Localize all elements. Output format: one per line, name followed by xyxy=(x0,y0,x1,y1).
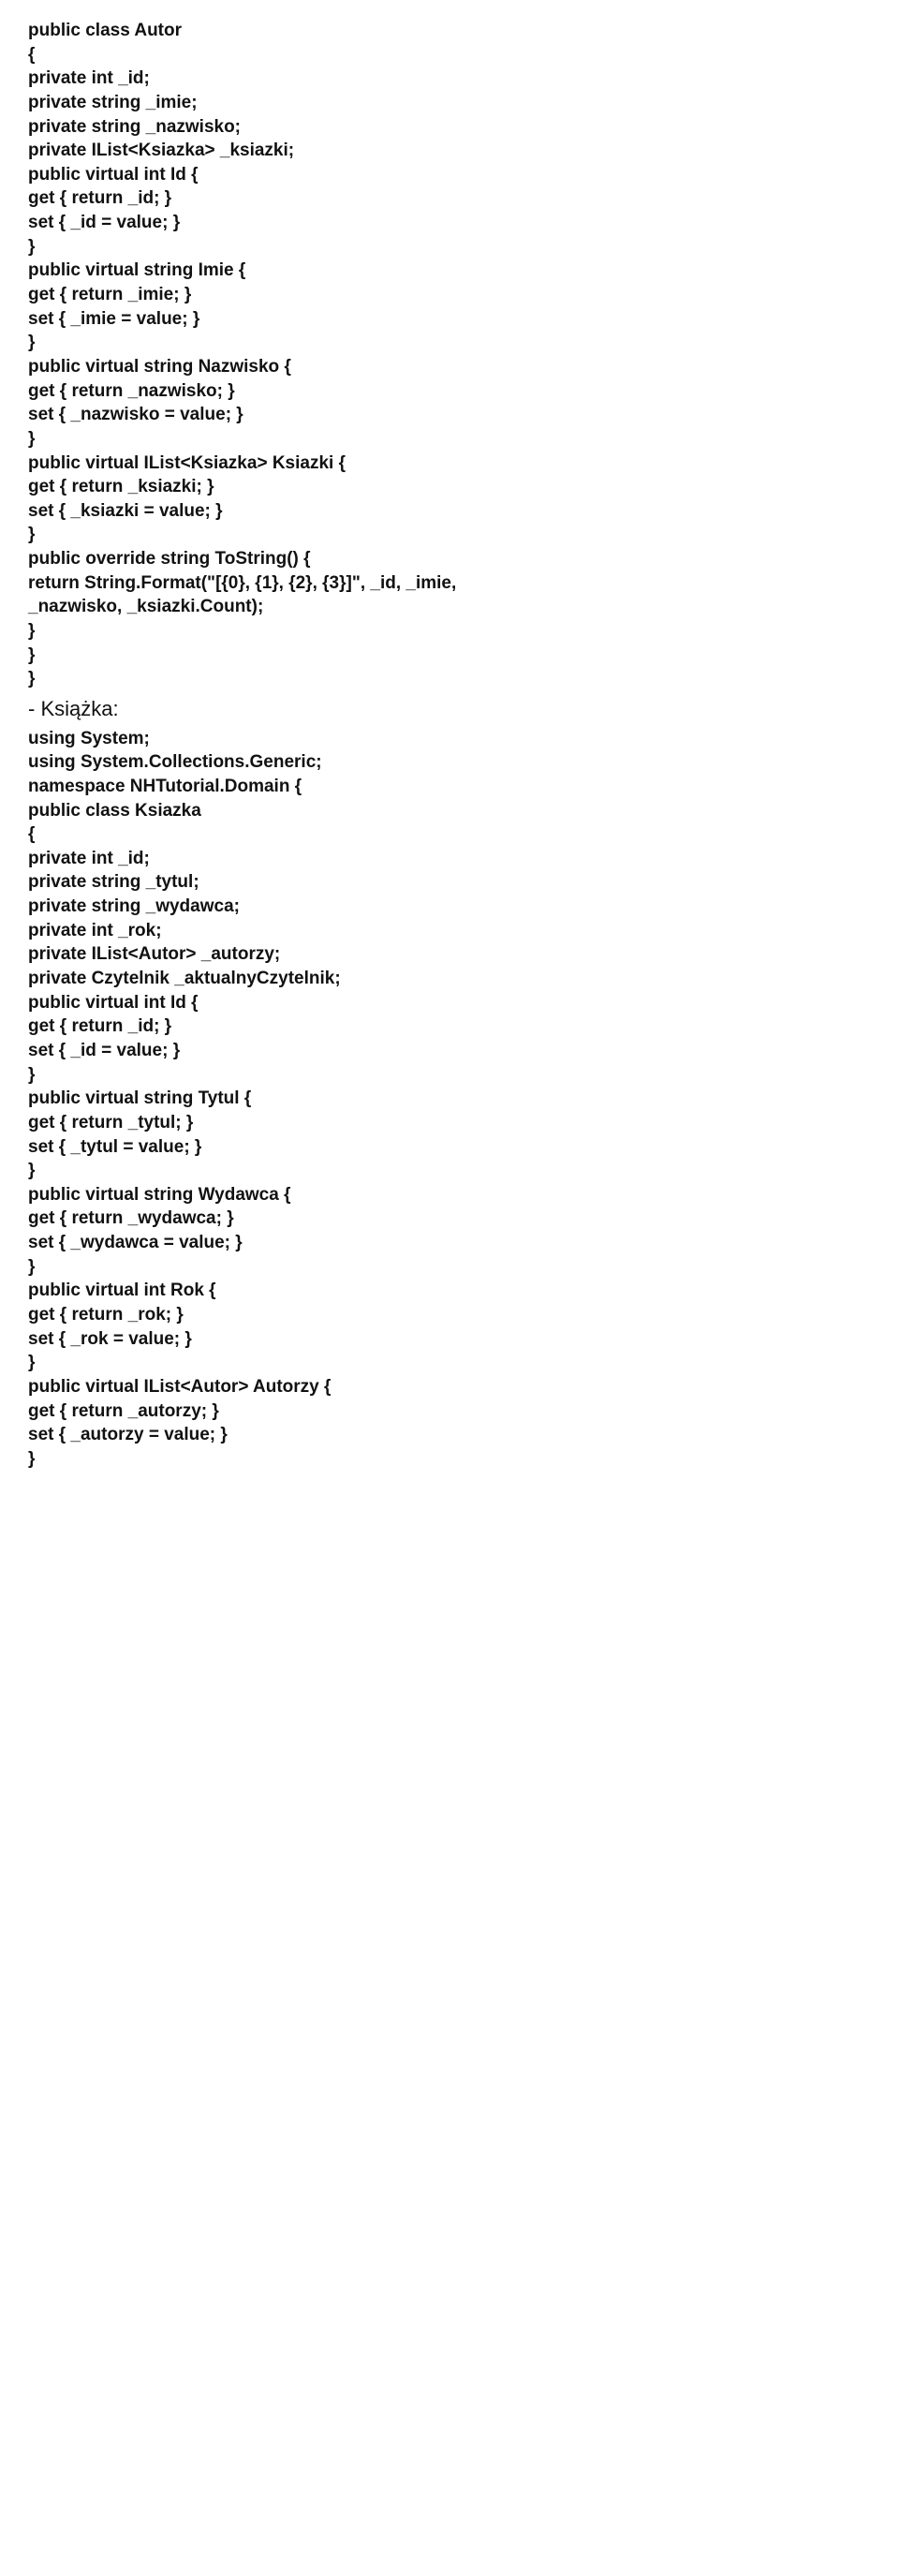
code-line: } xyxy=(28,1447,871,1472)
code-line: using System.Collections.Generic; xyxy=(28,750,871,775)
code-line: public virtual IList<Ksiazka> Ksiazki { xyxy=(28,452,871,476)
code-line: get { return _id; } xyxy=(28,1014,871,1039)
code-line: private int _id; xyxy=(28,67,871,91)
code-line: public virtual int Rok { xyxy=(28,1279,871,1303)
code-line: } xyxy=(28,1063,871,1088)
code-line: } xyxy=(28,1255,871,1280)
code-line: public virtual string Imie { xyxy=(28,259,871,283)
code-line: private string _wydawca; xyxy=(28,895,871,919)
code-line: return String.Format("[{0}, {1}, {2}, {3… xyxy=(28,571,871,596)
document-content: public class Autor{private int _id;priva… xyxy=(28,19,871,1471)
code-line: } xyxy=(28,235,871,259)
code-line: set { _id = value; } xyxy=(28,1039,871,1063)
code-line: set { _autorzy = value; } xyxy=(28,1423,871,1447)
code-line: set { _nazwisko = value; } xyxy=(28,403,871,427)
code-line: set { _rok = value; } xyxy=(28,1327,871,1352)
code-line: set { _imie = value; } xyxy=(28,307,871,332)
code-line: get { return _wydawca; } xyxy=(28,1207,871,1231)
code-line: } xyxy=(28,644,871,668)
code-line: private string _imie; xyxy=(28,91,871,115)
code-line: public virtual int Id { xyxy=(28,163,871,187)
code-line: public virtual string Wydawca { xyxy=(28,1183,871,1207)
code-line: } xyxy=(28,619,871,644)
code-line: private string _nazwisko; xyxy=(28,115,871,140)
code-line: private int _id; xyxy=(28,847,871,871)
code-line: } xyxy=(28,523,871,547)
code-line: get { return _nazwisko; } xyxy=(28,379,871,404)
code-line: private string _tytul; xyxy=(28,870,871,895)
code-line: using System; xyxy=(28,727,871,751)
code-line: get { return _autorzy; } xyxy=(28,1399,871,1424)
code-line: private int _rok; xyxy=(28,919,871,943)
code-line: } xyxy=(28,1351,871,1375)
code-line: public virtual string Tytul { xyxy=(28,1087,871,1111)
code-line: set { _ksiazki = value; } xyxy=(28,499,871,524)
code-line: set { _wydawca = value; } xyxy=(28,1231,871,1255)
code-line: get { return _tytul; } xyxy=(28,1111,871,1135)
code-line: } xyxy=(28,427,871,452)
code-line: } xyxy=(28,667,871,691)
code-line: get { return _id; } xyxy=(28,186,871,211)
code-line: { xyxy=(28,822,871,847)
code-line: public class Autor xyxy=(28,19,871,43)
code-line: public class Ksiazka xyxy=(28,799,871,823)
code-line: public virtual int Id { xyxy=(28,991,871,1015)
code-line: private IList<Autor> _autorzy; xyxy=(28,942,871,967)
code-line: public override string ToString() { xyxy=(28,547,871,571)
code-line: } xyxy=(28,1159,871,1183)
code-line: namespace NHTutorial.Domain { xyxy=(28,775,871,799)
code-line: public virtual IList<Autor> Autorzy { xyxy=(28,1375,871,1399)
code-line: set { _id = value; } xyxy=(28,211,871,235)
code-line: { xyxy=(28,43,871,67)
code-line: } xyxy=(28,331,871,355)
code-line: set { _tytul = value; } xyxy=(28,1135,871,1160)
code-line: get { return _imie; } xyxy=(28,283,871,307)
code-line: private Czytelnik _aktualnyCzytelnik; xyxy=(28,967,871,991)
code-line: get { return _rok; } xyxy=(28,1303,871,1327)
code-line: _nazwisko, _ksiazki.Count); xyxy=(28,595,871,619)
code-line: get { return _ksiazki; } xyxy=(28,475,871,499)
section-heading: - Książka: xyxy=(28,695,871,723)
code-line: private IList<Ksiazka> _ksiazki; xyxy=(28,139,871,163)
code-line: public virtual string Nazwisko { xyxy=(28,355,871,379)
